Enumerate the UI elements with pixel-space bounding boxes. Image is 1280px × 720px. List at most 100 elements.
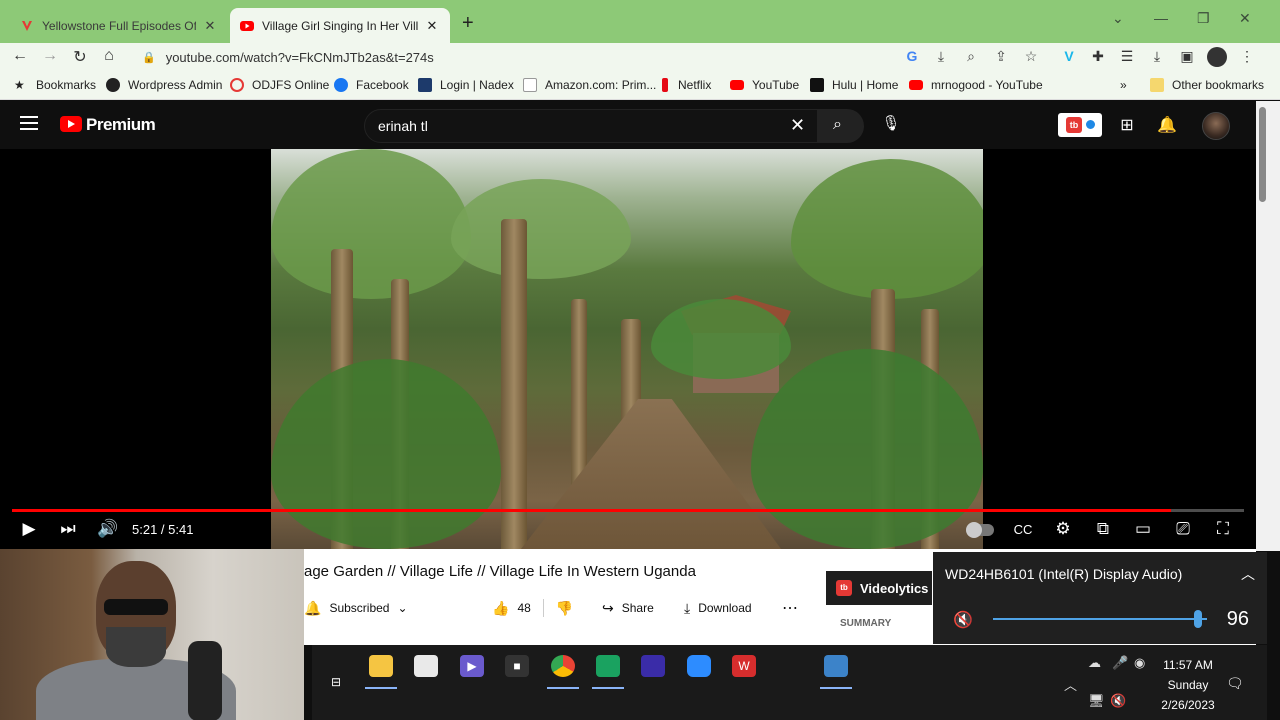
tab-search-chevron-icon[interactable]: ⌄ [1112, 10, 1124, 27]
clear-search-icon[interactable]: ✕ [790, 115, 805, 136]
clipchamp-icon[interactable]: ▶ [460, 655, 484, 677]
captions-icon[interactable]: CC [1010, 522, 1036, 537]
bookmark-item[interactable]: Amazon.com: Prim... [523, 78, 656, 92]
bookmark-item[interactable]: ODJFS Online [230, 78, 329, 92]
bookmark-item[interactable]: YouTube [730, 78, 799, 92]
microsoft-store-icon[interactable] [414, 655, 438, 677]
chrome-menu-icon[interactable]: ⋮ [1238, 48, 1256, 65]
menu-hamburger-icon[interactable] [20, 116, 38, 130]
seek-bar[interactable] [12, 509, 1244, 512]
search-input[interactable]: erinah tl [364, 109, 818, 143]
close-tab-icon[interactable]: ✕ [202, 18, 218, 34]
app-green-icon[interactable] [592, 655, 624, 689]
install-icon[interactable]: ⤓ [932, 48, 950, 65]
download-button[interactable]: ⤓ Download [684, 593, 752, 623]
tab-yellowstone[interactable]: Yellowstone Full Episodes Of Sea ✕ [10, 8, 228, 43]
subscribe-button[interactable]: 🔔 Subscribed ⌄ [304, 593, 408, 623]
mic-tray-icon[interactable]: 🎤 [1112, 655, 1128, 671]
bookmark-item[interactable]: Other bookmarks [1150, 78, 1264, 92]
bookmark-star-icon[interactable]: ☆ [1022, 48, 1040, 65]
close-window-icon[interactable]: ✕ [1239, 10, 1251, 27]
side-panel-icon[interactable]: ▣ [1178, 48, 1196, 65]
task-view-icon[interactable]: ⊟ [324, 671, 348, 693]
volume-slider-thumb[interactable] [1194, 610, 1203, 628]
bookmark-item[interactable]: ★ Bookmarks [14, 78, 96, 92]
chevron-up-icon[interactable]: ︿ [1241, 564, 1255, 584]
avatar[interactable] [1202, 112, 1230, 140]
autoplay-toggle[interactable] [966, 522, 994, 538]
settings-gear-icon[interactable]: ⚙ [1050, 519, 1076, 539]
camera-icon[interactable]: ■ [505, 655, 529, 677]
bookmark-item[interactable]: Login | Nadex [418, 78, 514, 92]
bookmark-item[interactable]: Facebook [334, 78, 409, 92]
profile-avatar-icon[interactable] [1207, 47, 1227, 67]
youtube-logo-icon[interactable] [60, 116, 82, 132]
bookmark-item[interactable]: Netflix [662, 78, 711, 92]
cast-icon[interactable]: ⎚ [1170, 519, 1196, 539]
notifications-icon[interactable]: 🗨 [1226, 675, 1244, 692]
reload-icon[interactable]: ↻ [70, 47, 90, 67]
page-scrollbar[interactable] [1256, 101, 1280, 551]
vimeo-extension-icon[interactable]: V [1060, 48, 1078, 64]
file-explorer-icon[interactable] [365, 655, 397, 689]
bookmark-item[interactable]: mrnogood - YouTube [909, 78, 1043, 92]
voice-search-icon[interactable]: 🎙 [878, 111, 904, 137]
home-icon[interactable]: ⌂ [99, 47, 119, 65]
extensions-puzzle-icon[interactable]: ✚ [1089, 48, 1107, 65]
miniplayer-icon[interactable]: ⧉ [1090, 519, 1116, 539]
videolytics-panel-button[interactable]: tb Videolytics [826, 571, 932, 605]
zoom-icon[interactable]: ⌕ [962, 48, 980, 65]
theater-mode-icon[interactable]: ▭ [1130, 519, 1156, 539]
youtube-brand[interactable]: Premium [86, 115, 156, 135]
create-video-icon[interactable]: ⊞ [1117, 115, 1137, 135]
like-button[interactable]: 👍 48 👎 [492, 593, 581, 623]
play-icon[interactable]: ▶ [16, 519, 42, 539]
volume-muted-tray-icon[interactable]: 🔇 [1110, 693, 1126, 709]
volume-slider[interactable] [993, 618, 1207, 620]
share-button[interactable]: ↪ Share [602, 593, 654, 623]
video-player[interactable]: ▶ ⏭ 🔊 5:21 / 5:41 CC ⚙ ⧉ ▭ ⎚ ⛶ [0, 149, 1256, 549]
audio-device-name[interactable]: WD24HB6101 (Intel(R) Display Audio) [945, 566, 1182, 582]
google-lens-icon[interactable]: G [903, 48, 921, 64]
fullscreen-icon[interactable]: ⛶ [1210, 519, 1236, 539]
next-video-icon[interactable]: ⏭ [55, 519, 81, 539]
back-icon[interactable]: ← [10, 47, 30, 65]
thumbs-up-icon: 👍 [492, 599, 510, 616]
webcam-tray-icon[interactable]: ◉ [1134, 655, 1145, 671]
more-actions-icon[interactable]: ⋯ [782, 593, 798, 623]
minimize-icon[interactable]: — [1154, 10, 1168, 26]
wps-office-icon[interactable]: W [732, 655, 756, 677]
new-tab-icon[interactable]: + [462, 12, 474, 35]
onedrive-icon[interactable]: ☁ [1088, 655, 1101, 671]
summary-tab[interactable]: SUMMARY [840, 618, 891, 629]
taskbar-clock[interactable]: 11:57 AM Sunday 2/26/2023 [1158, 655, 1218, 715]
bookmark-item[interactable]: Hulu | Home [810, 78, 898, 92]
volume-icon[interactable]: 🔊 [95, 519, 121, 539]
notifications-bell-icon[interactable]: 🔔 [1157, 115, 1177, 135]
close-tab-icon[interactable]: ✕ [424, 18, 440, 34]
search-button[interactable]: ⌕ [818, 109, 864, 143]
chrome-icon[interactable] [547, 655, 579, 689]
forward-icon[interactable]: → [40, 47, 60, 65]
thumbs-down-icon[interactable]: 👎 [556, 600, 573, 617]
speaker-mute-icon[interactable]: 🔇 [953, 610, 973, 630]
restore-icon[interactable]: ❐ [1197, 10, 1210, 27]
more-bookmarks-chevron-icon[interactable]: » [1120, 78, 1127, 92]
show-hidden-icons[interactable]: ︿ [1064, 675, 1077, 694]
photos-icon[interactable] [820, 655, 852, 689]
downloads-icon[interactable]: ⤓ [1148, 48, 1166, 65]
scrollbar-thumb[interactable] [1259, 107, 1266, 202]
browser-tab-strip: Yellowstone Full Episodes Of Sea ✕ Villa… [0, 0, 1280, 43]
bookmark-item[interactable]: Wordpress Admin [106, 78, 222, 92]
wordpress-icon [106, 78, 120, 92]
reading-list-icon[interactable]: ☰ [1118, 48, 1136, 65]
videolytics-extension-badge[interactable]: tb [1058, 113, 1102, 137]
tab-title: Village Girl Singing In Her Village [262, 18, 418, 33]
share-page-icon[interactable]: ⇪ [992, 48, 1010, 65]
network-icon[interactable]: 🖥 [1088, 693, 1105, 709]
zoom-icon[interactable] [687, 655, 711, 677]
clock-date: 2/26/2023 [1161, 698, 1215, 712]
tab-village-girl[interactable]: Village Girl Singing In Her Village ✕ [230, 8, 450, 43]
microphone [188, 641, 222, 720]
app-purple-icon[interactable] [641, 655, 665, 677]
